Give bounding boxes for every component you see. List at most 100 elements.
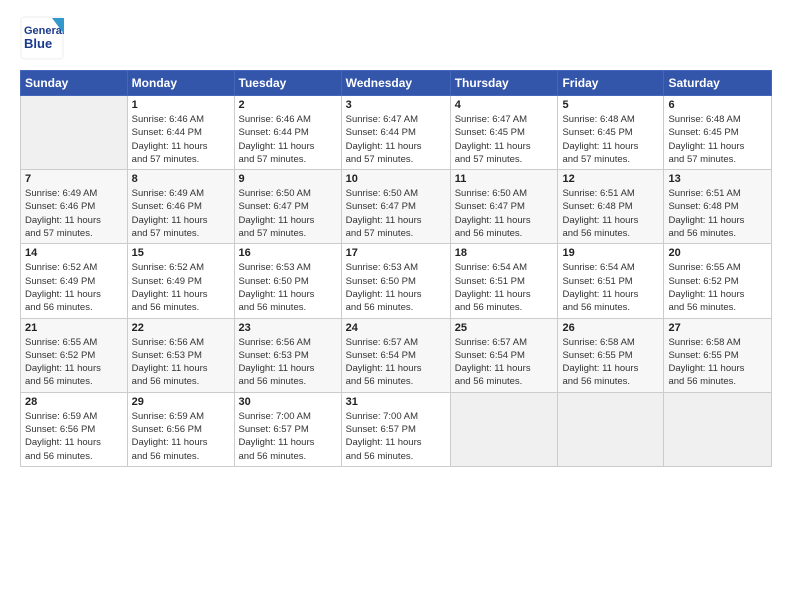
weekday-header-saturday: Saturday [664,71,772,96]
calendar-cell: 6Sunrise: 6:48 AMSunset: 6:45 PMDaylight… [664,96,772,170]
calendar-cell: 25 Sunrise: 6:57 AMSunset: 6:54 PMDayligh… [450,318,558,392]
day-number: 28 [25,396,123,408]
day-info: Sunrise: 7:00 AMSunset: 6:57 PMDaylight:… [346,410,446,463]
day-number: 8 [132,173,230,185]
calendar-cell: 7 Sunrise: 6:49 AMSunset: 6:46 PMDaylight… [21,170,128,244]
day-info: Sunrise: 6:47 AMSunset: 6:45 PMDaylight:… [455,113,554,166]
day-info: Sunrise: 6:59 AMSunset: 6:56 PMDaylight:… [25,410,123,463]
day-number: 23 [239,322,337,334]
calendar-cell: 14 Sunrise: 6:52 AMSunset: 6:49 PMDayligh… [21,244,128,318]
day-number: 15 [132,247,230,259]
day-info: Sunrise: 6:55 AMSunset: 6:52 PMDaylight:… [25,336,123,389]
svg-text:Blue: Blue [24,36,52,51]
calendar-cell: 30 Sunrise: 7:00 AMSunset: 6:57 PMDayligh… [234,392,341,466]
day-number: 3 [346,99,446,111]
day-number: 16 [239,247,337,259]
page: General Blue SundayMondayTuesdayWednesda… [0,0,792,612]
calendar-cell: 21 Sunrise: 6:55 AMSunset: 6:52 PMDayligh… [21,318,128,392]
day-info: Sunrise: 6:49 AMSunset: 6:46 PMDaylight:… [132,187,230,240]
calendar-cell: 5 Sunrise: 6:48 AMSunset: 6:45 PMDaylight… [558,96,664,170]
day-number: 19 [562,247,659,259]
day-info: Sunrise: 6:53 AMSunset: 6:50 PMDaylight:… [239,261,337,314]
calendar-cell: 29Sunrise: 6:59 AMSunset: 6:56 PMDayligh… [127,392,234,466]
weekday-header-sunday: Sunday [21,71,128,96]
day-info: Sunrise: 6:47 AMSunset: 6:44 PMDaylight:… [346,113,446,166]
logo: General Blue [20,16,64,60]
calendar-cell: 3 Sunrise: 6:47 AMSunset: 6:44 PMDaylight… [341,96,450,170]
day-number: 4 [455,99,554,111]
day-info: Sunrise: 7:00 AMSunset: 6:57 PMDaylight:… [239,410,337,463]
calendar-cell: 22 Sunrise: 6:56 AMSunset: 6:53 PMDayligh… [127,318,234,392]
weekday-header-row: SundayMondayTuesdayWednesdayThursdayFrid… [21,71,772,96]
day-number: 14 [25,247,123,259]
calendar-cell: 28 Sunrise: 6:59 AMSunset: 6:56 PMDayligh… [21,392,128,466]
day-info: Sunrise: 6:46 AMSunset: 6:44 PMDaylight:… [239,113,337,166]
calendar-cell: 1 Sunrise: 6:46 AMSunset: 6:44 PMDaylight… [127,96,234,170]
day-info: Sunrise: 6:59 AMSunset: 6:56 PMDaylight:… [132,410,230,463]
calendar-cell: 23 Sunrise: 6:56 AMSunset: 6:53 PMDayligh… [234,318,341,392]
day-info: Sunrise: 6:46 AMSunset: 6:44 PMDaylight:… [132,113,230,166]
weekday-header-wednesday: Wednesday [341,71,450,96]
calendar-cell: 26Sunrise: 6:58 AMSunset: 6:55 PMDayligh… [558,318,664,392]
day-info: Sunrise: 6:56 AMSunset: 6:53 PMDaylight:… [132,336,230,389]
day-info: Sunrise: 6:52 AMSunset: 6:49 PMDaylight:… [25,261,123,314]
day-info: Sunrise: 6:52 AMSunset: 6:49 PMDaylight:… [132,261,230,314]
calendar-week-3: 14 Sunrise: 6:52 AMSunset: 6:49 PMDayligh… [21,244,772,318]
calendar-cell: 8 Sunrise: 6:49 AMSunset: 6:46 PMDaylight… [127,170,234,244]
calendar-cell: 9 Sunrise: 6:50 AMSunset: 6:47 PMDaylight… [234,170,341,244]
calendar-cell: 4 Sunrise: 6:47 AMSunset: 6:45 PMDaylight… [450,96,558,170]
day-info: Sunrise: 6:57 AMSunset: 6:54 PMDaylight:… [346,336,446,389]
calendar-table: SundayMondayTuesdayWednesdayThursdayFrid… [20,70,772,467]
calendar-cell: 19 Sunrise: 6:54 AMSunset: 6:51 PMDayligh… [558,244,664,318]
calendar-cell: 24 Sunrise: 6:57 AMSunset: 6:54 PMDayligh… [341,318,450,392]
day-info: Sunrise: 6:48 AMSunset: 6:45 PMDaylight:… [562,113,659,166]
day-number: 24 [346,322,446,334]
day-info: Sunrise: 6:50 AMSunset: 6:47 PMDaylight:… [346,187,446,240]
calendar-cell: 2 Sunrise: 6:46 AMSunset: 6:44 PMDaylight… [234,96,341,170]
day-number: 21 [25,322,123,334]
calendar-cell: 11Sunrise: 6:50 AMSunset: 6:47 PMDayligh… [450,170,558,244]
day-info: Sunrise: 6:50 AMSunset: 6:47 PMDaylight:… [239,187,337,240]
day-number: 26 [562,322,659,334]
calendar-week-1: 1 Sunrise: 6:46 AMSunset: 6:44 PMDaylight… [21,96,772,170]
day-number: 10 [346,173,446,185]
day-info: Sunrise: 6:54 AMSunset: 6:51 PMDaylight:… [562,261,659,314]
weekday-header-monday: Monday [127,71,234,96]
day-number: 5 [562,99,659,111]
day-number: 7 [25,173,123,185]
calendar-cell [558,392,664,466]
calendar-cell: 20Sunrise: 6:55 AMSunset: 6:52 PMDayligh… [664,244,772,318]
day-number: 27 [668,322,767,334]
day-number: 20 [668,247,767,259]
calendar-week-2: 7 Sunrise: 6:49 AMSunset: 6:46 PMDaylight… [21,170,772,244]
day-number: 31 [346,396,446,408]
day-number: 22 [132,322,230,334]
day-number: 12 [562,173,659,185]
day-number: 25 [455,322,554,334]
weekday-header-tuesday: Tuesday [234,71,341,96]
day-number: 17 [346,247,446,259]
day-info: Sunrise: 6:53 AMSunset: 6:50 PMDaylight:… [346,261,446,314]
calendar-cell: 27 Sunrise: 6:58 AMSunset: 6:55 PMDayligh… [664,318,772,392]
calendar-week-4: 21 Sunrise: 6:55 AMSunset: 6:52 PMDayligh… [21,318,772,392]
day-number: 6 [668,99,767,111]
calendar-cell: 17 Sunrise: 6:53 AMSunset: 6:50 PMDayligh… [341,244,450,318]
day-info: Sunrise: 6:56 AMSunset: 6:53 PMDaylight:… [239,336,337,389]
calendar-cell [21,96,128,170]
day-number: 2 [239,99,337,111]
day-number: 13 [668,173,767,185]
day-number: 11 [455,173,554,185]
calendar-cell [450,392,558,466]
day-number: 30 [239,396,337,408]
day-number: 1 [132,99,230,111]
day-info: Sunrise: 6:54 AMSunset: 6:51 PMDaylight:… [455,261,554,314]
day-info: Sunrise: 6:57 AMSunset: 6:54 PMDaylight:… [455,336,554,389]
weekday-header-friday: Friday [558,71,664,96]
day-info: Sunrise: 6:51 AMSunset: 6:48 PMDaylight:… [668,187,767,240]
calendar-week-5: 28 Sunrise: 6:59 AMSunset: 6:56 PMDayligh… [21,392,772,466]
day-info: Sunrise: 6:49 AMSunset: 6:46 PMDaylight:… [25,187,123,240]
header: General Blue [20,16,772,60]
day-number: 9 [239,173,337,185]
calendar-cell: 10 Sunrise: 6:50 AMSunset: 6:47 PMDayligh… [341,170,450,244]
day-info: Sunrise: 6:58 AMSunset: 6:55 PMDaylight:… [668,336,767,389]
